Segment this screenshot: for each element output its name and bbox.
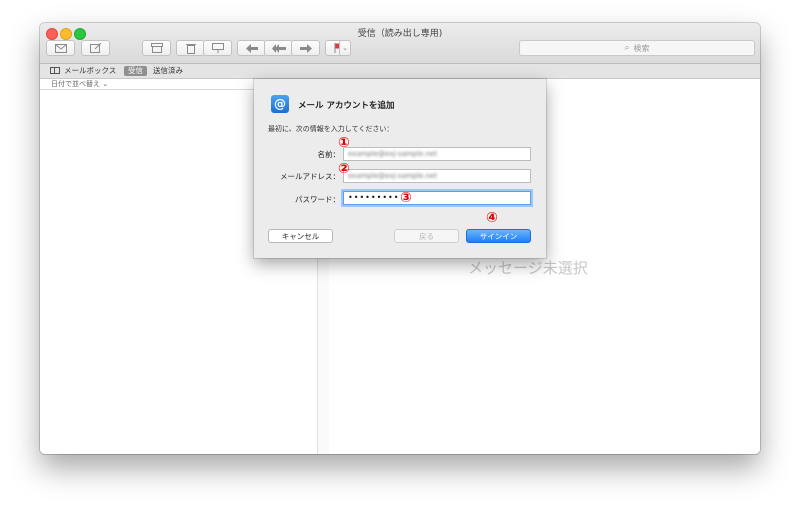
step-marker-1: ①	[338, 135, 350, 151]
no-message-selected-text: メッセージ未選択	[468, 259, 588, 277]
toolbar: 受信（読み出し専用) ⌄ ⌕ 検索	[40, 23, 760, 64]
cancel-button[interactable]: キャンセル	[268, 229, 333, 243]
name-field[interactable]: example@exj-sample.net	[343, 147, 531, 161]
add-account-sheet: @ メール アカウントを追加 最初に、次の情報を入力してください： 名前： ex…	[254, 79, 546, 258]
compose-button[interactable]	[81, 40, 110, 56]
sign-in-button[interactable]: サインイン	[466, 229, 531, 243]
name-label: 名前：	[317, 150, 341, 159]
password-field[interactable]: •••••••••	[343, 191, 531, 205]
reply-button[interactable]	[237, 40, 266, 56]
at-sign-icon: @	[271, 95, 289, 113]
compose-icon	[89, 43, 101, 53]
junk-button[interactable]	[203, 40, 232, 56]
email-field[interactable]: example@exj-sample.net	[343, 169, 531, 183]
archive-icon	[150, 43, 163, 53]
step-marker-4: ④	[486, 210, 498, 226]
search-placeholder: 検索	[633, 43, 650, 53]
forward-button[interactable]	[291, 40, 320, 56]
email-value: example@exj-sample.net	[348, 172, 438, 180]
favorites-mailboxes[interactable]: メールボックス	[64, 66, 116, 76]
password-label: パスワード：	[295, 195, 340, 204]
name-value: example@exj-sample.net	[348, 150, 438, 158]
sheet-instruction: 最初に、次の情報を入力してください：	[268, 125, 394, 133]
sidebar-toggle-icon[interactable]	[50, 67, 60, 74]
reply-all-icon	[271, 43, 286, 53]
envelope-icon	[54, 43, 67, 53]
trash-icon	[185, 43, 196, 54]
favorites-bar: メールボックス 受信 送信済み	[40, 64, 760, 79]
step-marker-2: ②	[338, 161, 350, 177]
flag-menu-chevron-icon[interactable]: ⌄	[339, 40, 351, 56]
reply-icon	[245, 43, 258, 53]
get-mail-button[interactable]	[46, 40, 75, 56]
sheet-title: メール アカウントを追加	[298, 101, 395, 111]
delete-button[interactable]	[176, 40, 205, 56]
forward-icon	[299, 43, 312, 53]
archive-button[interactable]	[142, 40, 171, 56]
favorites-sent[interactable]: 送信済み	[153, 66, 183, 76]
step-marker-3: ③	[400, 190, 412, 206]
back-button[interactable]: 戻る	[394, 229, 459, 243]
email-label: メールアドレス：	[280, 172, 340, 181]
junk-icon	[211, 43, 224, 53]
search-icon: ⌕	[624, 43, 630, 53]
reply-all-button[interactable]	[264, 40, 293, 56]
search-field[interactable]: ⌕ 検索	[519, 40, 755, 56]
favorites-inbox[interactable]: 受信	[124, 66, 147, 76]
window-title: 受信（読み出し専用)	[357, 29, 443, 39]
